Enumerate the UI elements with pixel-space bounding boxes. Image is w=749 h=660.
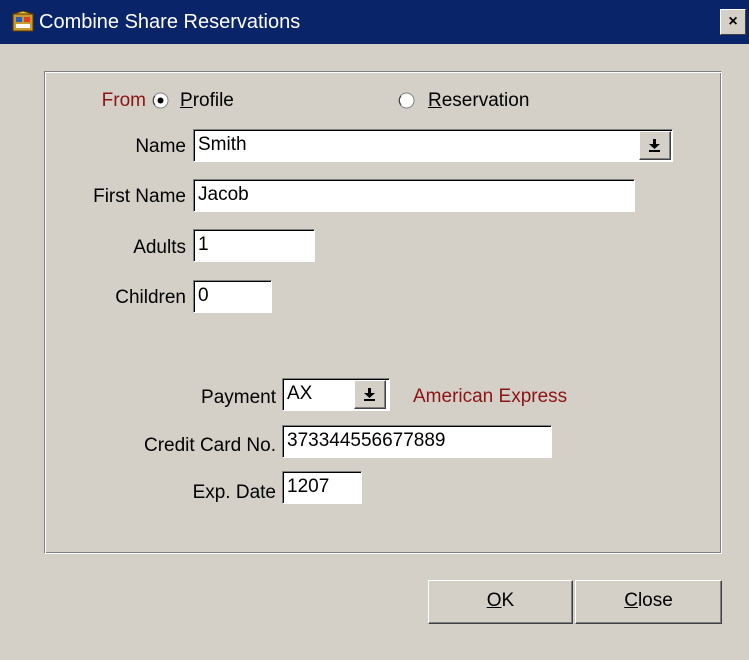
radio-profile[interactable] <box>152 92 169 109</box>
credit-card-value: 373344556677889 <box>287 430 446 451</box>
adults-input[interactable]: 1 <box>193 229 315 262</box>
payment-label: Payment <box>201 387 276 408</box>
adults-label: Adults <box>133 237 186 258</box>
app-icon <box>12 11 34 32</box>
window-bottom-edge <box>0 652 749 660</box>
children-input[interactable]: 0 <box>193 280 272 313</box>
name-value: Smith <box>198 134 247 155</box>
ok-mnemonic: O <box>486 590 502 611</box>
credit-card-label: Credit Card No. <box>144 435 276 456</box>
profile-mnemonic: P <box>180 90 193 111</box>
ok-button[interactable]: OK <box>428 580 573 624</box>
window-title: Combine Share Reservations <box>39 11 301 33</box>
dropdown-arrow-icon <box>364 388 375 401</box>
exp-date-value: 1207 <box>287 476 330 497</box>
name-label: Name <box>135 136 186 157</box>
name-input[interactable]: Smith <box>193 129 673 162</box>
from-label: From <box>101 90 146 111</box>
title-bar: Combine Share Reservations × <box>0 0 749 44</box>
profile-label-rest: rofile <box>192 90 234 111</box>
first-name-label: First Name <box>93 186 186 207</box>
first-name-value: Jacob <box>198 184 249 205</box>
children-label: Children <box>115 287 186 308</box>
ok-label-rest: K <box>501 590 515 611</box>
reservation-mnemonic: R <box>428 90 442 111</box>
radio-profile-label[interactable]: Profile <box>180 88 234 114</box>
credit-card-input[interactable]: 373344556677889 <box>282 425 552 458</box>
close-icon: × <box>728 13 738 30</box>
close-mnemonic: C <box>624 590 638 611</box>
window-close-button[interactable]: × <box>720 9 746 35</box>
payment-description: American Express <box>413 386 568 407</box>
exp-date-label: Exp. Date <box>192 482 276 503</box>
first-name-input[interactable]: Jacob <box>193 179 635 212</box>
radio-reservation[interactable] <box>398 92 415 109</box>
payment-value: AX <box>287 383 313 404</box>
exp-date-input[interactable]: 1207 <box>282 471 362 504</box>
close-label-rest: lose <box>637 590 673 611</box>
name-dropdown-button[interactable] <box>639 131 671 160</box>
dropdown-arrow-icon <box>649 139 660 152</box>
radio-reservation-label[interactable]: Reservation <box>428 88 529 114</box>
reservation-label-rest: eservation <box>441 90 530 111</box>
children-value: 0 <box>198 285 209 306</box>
payment-dropdown-button[interactable] <box>354 380 386 409</box>
close-button[interactable]: Close <box>575 580 722 624</box>
adults-value: 1 <box>198 234 209 255</box>
